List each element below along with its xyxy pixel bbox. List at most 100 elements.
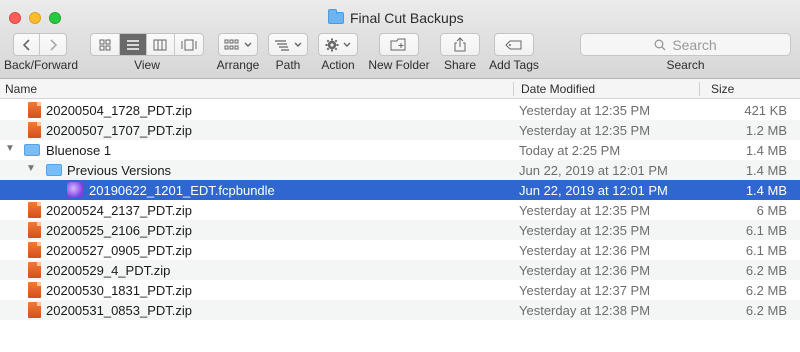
zip-file-icon (28, 302, 41, 318)
file-row[interactable]: 20200530_1831_PDT.zip Yesterday at 12:37… (0, 280, 800, 300)
chevron-down-icon (343, 42, 351, 47)
file-size: 421 KB (744, 103, 787, 118)
new-folder-label: New Folder (368, 58, 430, 72)
view-list-button[interactable] (119, 34, 148, 55)
file-size: 6.2 MB (745, 283, 787, 298)
file-date: Yesterday at 12:35 PM (519, 223, 651, 238)
view-label: View (134, 58, 160, 72)
toolbar: Final Cut Backups Back/Forward View Arra… (0, 0, 800, 79)
zoom-window-button[interactable] (49, 12, 61, 24)
arrange-grid-icon (224, 39, 239, 49)
folder-icon (328, 9, 344, 24)
share-icon (454, 37, 466, 52)
forward-button[interactable] (40, 34, 66, 55)
add-tags-button[interactable] (494, 33, 534, 56)
folder-row[interactable]: ▼ Bluenose 1 Today at 2:25 PM 1.4 MB (0, 140, 800, 160)
column-divider[interactable] (513, 82, 514, 96)
file-name: 20200504_1728_PDT.zip (46, 103, 193, 118)
column-name-header[interactable]: Name (5, 82, 37, 96)
file-size: 1.4 MB (745, 163, 787, 178)
folder-name: Bluenose 1 (46, 143, 112, 158)
folder-name: Previous Versions (67, 163, 172, 178)
file-size: 6.1 MB (745, 223, 787, 238)
file-date: Yesterday at 12:36 PM (519, 263, 651, 278)
folder-row[interactable]: ▼ Previous Versions Jun 22, 2019 at 12:0… (0, 160, 800, 180)
back-forward-control (13, 33, 67, 56)
window-title-text: Final Cut Backups (350, 10, 464, 26)
zip-file-icon (28, 102, 41, 118)
minimize-window-button[interactable] (29, 12, 41, 24)
file-size: 6.1 MB (745, 243, 787, 258)
zip-file-icon (28, 242, 41, 258)
file-size: 6.2 MB (745, 303, 787, 318)
file-date: Jun 22, 2019 at 12:01 PM (519, 163, 668, 178)
folder-icon (24, 144, 40, 156)
icon-view-icon (99, 39, 111, 50)
file-row[interactable]: 20200507_1707_PDT.zip Yesterday at 12:35… (0, 120, 800, 140)
search-label: Search (666, 58, 705, 72)
chevron-right-icon (50, 38, 57, 51)
file-name: 20200527_0905_PDT.zip (46, 243, 193, 258)
action-label: Action (321, 58, 355, 72)
back-button[interactable] (14, 34, 41, 55)
zip-file-icon (28, 202, 41, 218)
file-row[interactable]: 20200504_1728_PDT.zip Yesterday at 12:35… (0, 100, 800, 120)
columns-view-icon (153, 39, 167, 50)
gallery-view-icon (181, 39, 197, 50)
file-size: 6 MB (756, 203, 787, 218)
path-button[interactable] (268, 33, 308, 56)
file-row[interactable]: 20200524_2137_PDT.zip Yesterday at 12:35… (0, 200, 800, 220)
file-size: 1.4 MB (745, 183, 787, 198)
file-date: Yesterday at 12:36 PM (519, 243, 651, 258)
file-row[interactable]: 20200527_0905_PDT.zip Yesterday at 12:36… (0, 240, 800, 260)
search-field[interactable]: Search (580, 33, 791, 56)
file-date: Yesterday at 12:35 PM (519, 103, 651, 118)
folder-icon (46, 164, 62, 176)
file-date: Yesterday at 12:38 PM (519, 303, 651, 318)
disclosure-triangle-icon[interactable]: ▼ (26, 163, 36, 174)
share-label: Share (443, 58, 477, 72)
view-columns-button[interactable] (147, 34, 175, 55)
file-row-selected[interactable]: 20190622_1201_EDT.fcpbundle Jun 22, 2019… (0, 180, 800, 200)
file-name: 20190622_1201_EDT.fcpbundle (89, 183, 275, 198)
column-divider[interactable] (699, 82, 700, 96)
fcpbundle-icon (67, 182, 83, 198)
column-date-header[interactable]: Date Modified (521, 82, 595, 96)
search-placeholder: Search (672, 36, 717, 53)
window-title: Final Cut Backups (328, 9, 464, 27)
column-size-header[interactable]: Size (711, 82, 734, 96)
file-name: 20200524_2137_PDT.zip (46, 203, 193, 218)
action-button[interactable] (318, 33, 358, 56)
share-button[interactable] (440, 33, 480, 56)
chevron-down-icon (244, 42, 252, 47)
file-date: Jun 22, 2019 at 12:01 PM (519, 183, 668, 198)
tag-icon (505, 40, 522, 49)
arrange-label: Arrange (216, 58, 260, 72)
chevron-down-icon (294, 42, 302, 47)
zip-file-icon (28, 262, 41, 278)
path-label: Path (275, 58, 301, 72)
add-tags-label: Add Tags (489, 58, 539, 72)
chevron-left-icon (22, 38, 30, 51)
view-gallery-button[interactable] (175, 34, 203, 55)
close-window-button[interactable] (9, 12, 21, 24)
gear-icon (325, 38, 339, 51)
file-date: Yesterday at 12:35 PM (519, 123, 651, 138)
file-size: 1.4 MB (745, 143, 787, 158)
arrange-button[interactable] (218, 33, 258, 56)
list-view-icon (126, 39, 139, 50)
file-row[interactable]: 20200525_2106_PDT.zip Yesterday at 12:35… (0, 220, 800, 240)
zip-file-icon (28, 222, 41, 238)
file-name: 20200507_1707_PDT.zip (46, 123, 193, 138)
file-date: Yesterday at 12:35 PM (519, 203, 651, 218)
new-folder-button[interactable] (379, 33, 419, 56)
file-date: Today at 2:25 PM (519, 143, 621, 158)
search-icon (654, 39, 666, 50)
zip-file-icon (28, 282, 41, 298)
view-control (90, 33, 204, 56)
file-row[interactable]: 20200531_0853_PDT.zip Yesterday at 12:38… (0, 300, 800, 320)
file-row[interactable]: 20200529_4_PDT.zip Yesterday at 12:36 PM… (0, 260, 800, 280)
file-name: 20200525_2106_PDT.zip (46, 223, 193, 238)
view-icons-button[interactable] (91, 34, 120, 55)
disclosure-triangle-icon[interactable]: ▼ (5, 143, 15, 154)
